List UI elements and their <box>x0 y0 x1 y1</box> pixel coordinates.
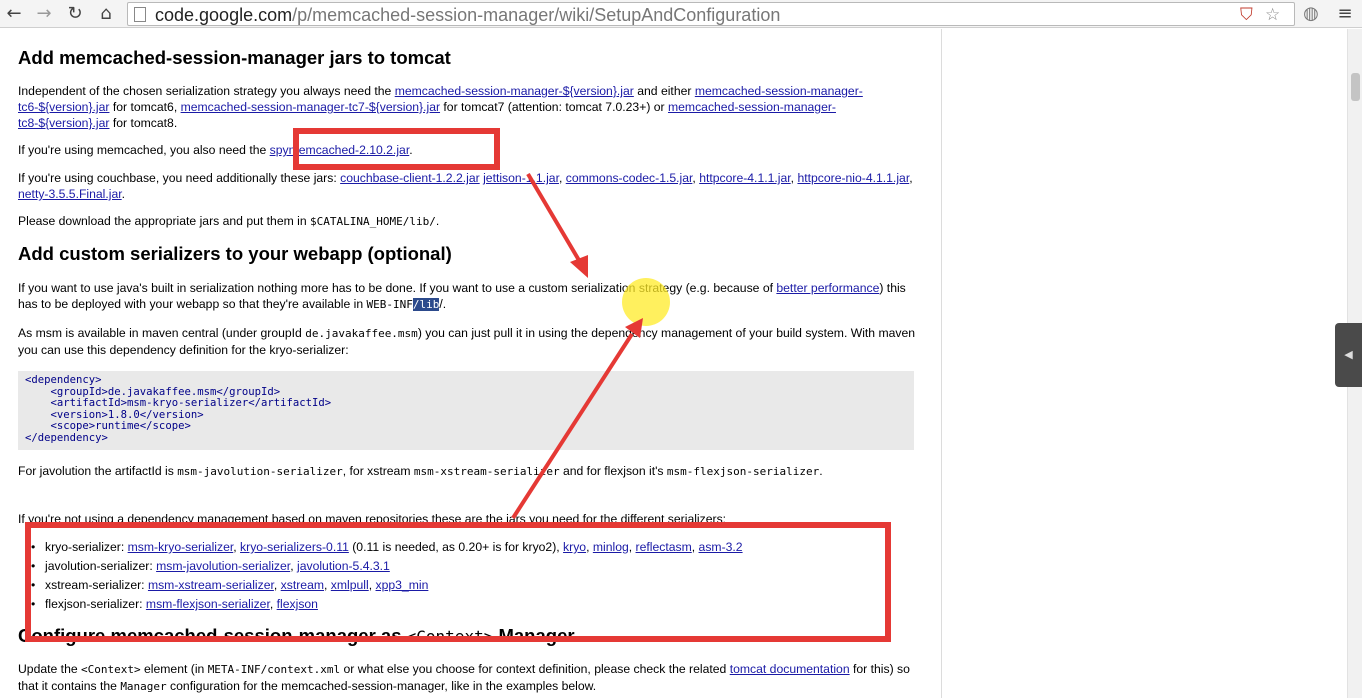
arrow-top <box>526 172 588 278</box>
arrow-bottom <box>511 318 643 520</box>
annotation-box-serializers <box>25 522 891 642</box>
annotation-box-spymemcached <box>293 128 500 170</box>
